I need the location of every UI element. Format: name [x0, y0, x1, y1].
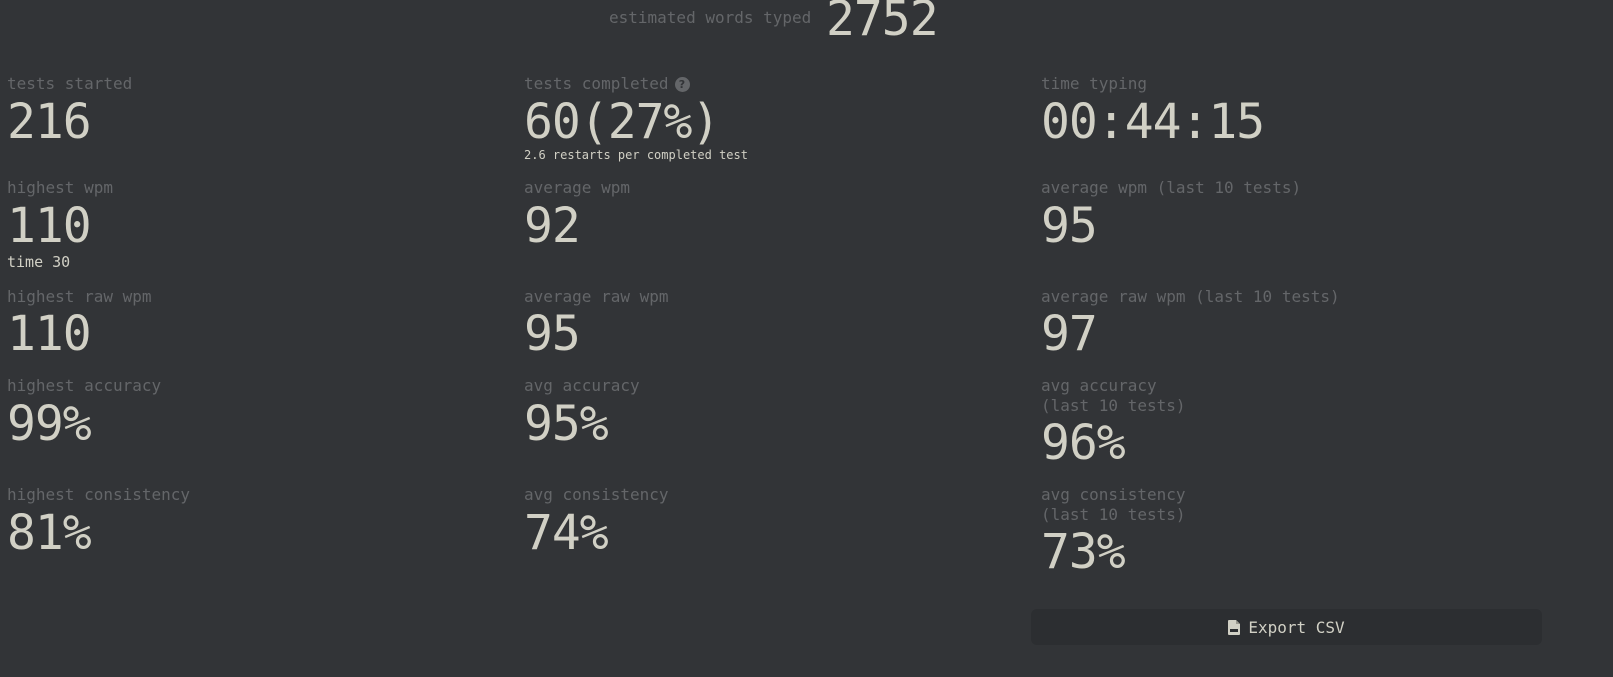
highest-raw-wpm-value: 110: [7, 306, 92, 362]
average-wpm-value: 92: [524, 198, 581, 254]
time-typing-label: time typing: [1041, 74, 1147, 93]
highest-consistency-label: highest consistency: [7, 485, 191, 504]
average-raw-wpm-value: 95: [524, 306, 581, 362]
avg-consistency-last10-label: avg consistency: [1041, 485, 1186, 504]
time-typing-value: 00:44:15: [1041, 94, 1265, 150]
highest-wpm-mode: time 30: [7, 253, 71, 271]
avg-consistency-label: avg consistency: [524, 485, 669, 504]
tests-started-value: 216: [7, 94, 92, 150]
tests-completed-label: tests completed?: [524, 74, 690, 94]
average-raw-wpm-last10-label: average raw wpm (last 10 tests): [1041, 287, 1340, 306]
avg-accuracy-last10-label: avg accuracy: [1041, 376, 1157, 395]
tests-completed-value: 60(27%): [524, 94, 720, 150]
avg-consistency-last10-sublabel: (last 10 tests): [1041, 505, 1186, 524]
average-wpm-label: average wpm: [524, 178, 630, 197]
highest-accuracy-label: highest accuracy: [7, 376, 162, 395]
average-raw-wpm-last10-value: 97: [1041, 306, 1098, 362]
tests-completed-label-text: tests completed: [524, 74, 669, 93]
average-wpm-last10-value: 95: [1041, 198, 1098, 254]
highest-accuracy-value: 99%: [7, 396, 92, 452]
export-csv-button[interactable]: Export CSV: [1031, 609, 1542, 645]
tests-started-label: tests started: [7, 74, 133, 93]
highest-wpm-label: highest wpm: [7, 178, 113, 197]
estimated-words-label: estimated words typed: [609, 8, 812, 27]
avg-accuracy-last10-sublabel: (last 10 tests): [1041, 396, 1186, 415]
highest-raw-wpm-label: highest raw wpm: [7, 287, 152, 306]
average-raw-wpm-label: average raw wpm: [524, 287, 669, 306]
avg-accuracy-label: avg accuracy: [524, 376, 640, 395]
question-circle-icon[interactable]: ?: [674, 77, 690, 92]
restarts-per-test-note: 2.6 restarts per completed test: [524, 148, 748, 162]
avg-consistency-value: 74%: [524, 505, 609, 561]
highest-consistency-value: 81%: [7, 505, 92, 561]
estimated-words-value: 2752: [826, 0, 939, 47]
avg-accuracy-last10-value: 96%: [1041, 415, 1126, 471]
avg-consistency-last10-value: 73%: [1041, 524, 1126, 580]
highest-wpm-value: 110: [7, 198, 92, 254]
average-wpm-last10-label: average wpm (last 10 tests): [1041, 178, 1302, 197]
export-csv-label: Export CSV: [1248, 617, 1345, 637]
file-csv-icon: [1228, 619, 1241, 635]
avg-accuracy-value: 95%: [524, 396, 609, 452]
